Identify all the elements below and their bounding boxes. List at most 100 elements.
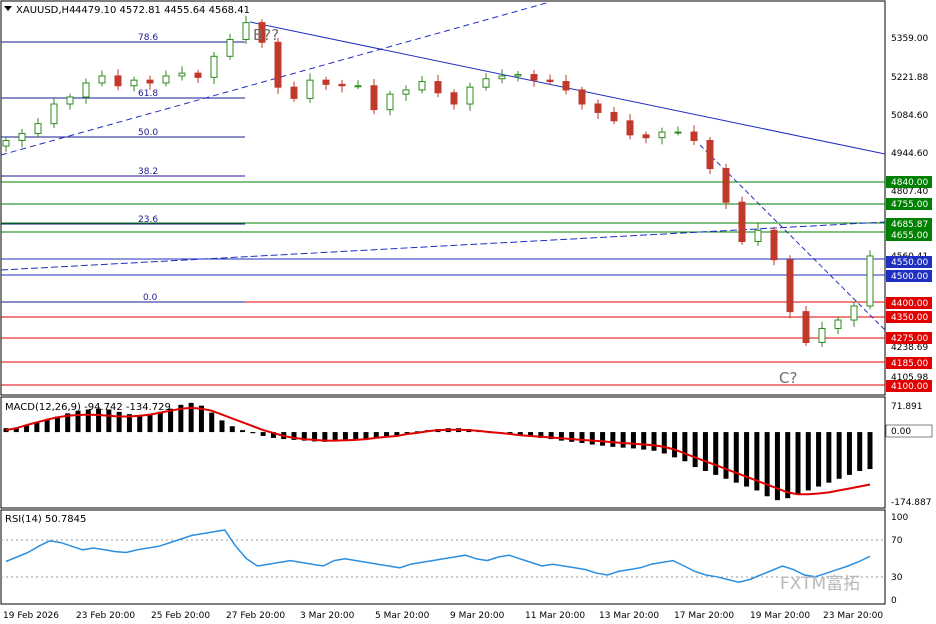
- candle-body-bear: [610, 111, 618, 122]
- trading-chart: XAUUSD,H4 4479.10 4572.81 4455.64 4568.4…: [0, 0, 933, 621]
- candle-body-bull: [402, 89, 410, 95]
- candle-body-bear: [594, 103, 602, 113]
- wave-c-label: C?: [779, 369, 797, 387]
- candle-body-bear: [450, 92, 458, 105]
- time-tick-10: 19 Mar 20:00: [750, 611, 810, 621]
- candle-body-bull: [674, 131, 682, 134]
- candle-body-bull: [418, 81, 426, 91]
- time-tick-0: 19 Feb 2026: [3, 611, 59, 621]
- rsi-tick-70: 70: [891, 536, 903, 546]
- candle-body-bull: [658, 131, 666, 139]
- macd-bar: [260, 432, 266, 436]
- time-tick-4: 3 Mar 20:00: [300, 611, 355, 621]
- candle-body-bull: [82, 82, 90, 98]
- candle-49: [786, 255, 794, 319]
- macd-bar: [353, 432, 359, 440]
- macd-bar: [589, 432, 595, 445]
- candle-body-bear: [146, 79, 154, 84]
- macd-bar: [651, 432, 657, 451]
- candle-body-bear: [802, 311, 810, 343]
- rsi-tick-0: 0: [891, 596, 897, 606]
- candle-body-bull: [242, 22, 250, 40]
- time-tick-6: 9 Mar 20:00: [450, 611, 505, 621]
- macd-bar: [579, 432, 585, 443]
- candle-body-bull: [210, 55, 218, 78]
- price-tick-5084: 5084.60: [891, 111, 928, 121]
- fib-label-23: 23.6: [138, 215, 158, 225]
- candle-body-bear: [546, 79, 554, 83]
- macd-bar: [785, 432, 791, 499]
- macd-bar: [137, 415, 143, 433]
- macd-bar: [764, 432, 770, 497]
- candle-body-bull: [18, 132, 26, 141]
- candle-body-bull: [34, 123, 42, 134]
- fxtm-watermark: FXTM富拓: [780, 574, 860, 594]
- candle-body-bull: [306, 79, 314, 99]
- level-label-4655: 4655.00: [891, 231, 928, 241]
- candle-body-bear: [738, 201, 746, 242]
- candle-body-bear: [194, 72, 202, 78]
- candle-body-bear: [530, 74, 538, 81]
- price-tick-5221: 5221.88: [891, 73, 928, 83]
- macd-bar: [846, 432, 852, 475]
- fib-label-38: 38.2: [138, 167, 158, 177]
- macd-bar: [672, 432, 678, 458]
- candle-50: [802, 306, 810, 346]
- macd-bar: [85, 409, 91, 433]
- candle-body-bear: [338, 83, 346, 87]
- candle-54: [866, 250, 874, 310]
- candle-body-bear: [274, 41, 282, 88]
- macd-bar: [857, 432, 863, 471]
- macd-bar: [75, 410, 81, 433]
- price-tick-4238: 4238.69: [891, 343, 928, 353]
- macd-bar: [106, 409, 112, 433]
- macd-bar: [209, 412, 215, 433]
- candle-body-bull: [834, 319, 842, 329]
- candle-body-bear: [322, 79, 330, 85]
- macd-bar: [229, 426, 235, 433]
- candle-body-bull: [514, 74, 522, 77]
- candle-body-bull: [498, 75, 506, 80]
- candle-46: [738, 196, 746, 245]
- candle-body-bear: [642, 134, 650, 139]
- macd-tick-zero: 0.00: [891, 427, 911, 437]
- macd-bar: [219, 420, 225, 433]
- macd-bar: [826, 432, 832, 483]
- macd-bar: [692, 432, 698, 468]
- price-tick-4807: 4807.40: [891, 187, 928, 197]
- candle-body-bull: [850, 305, 858, 321]
- candle-body-bear: [562, 81, 570, 91]
- candle-body-bull: [354, 85, 362, 88]
- level-label-4550: 4550.00: [891, 258, 928, 268]
- candle-body-bull: [866, 255, 874, 307]
- time-tick-1: 23 Feb 20:00: [76, 611, 135, 621]
- candle-body-bull: [98, 75, 106, 84]
- level-label-4685: 4685.87: [891, 220, 928, 230]
- macd-bar: [600, 432, 606, 446]
- candle-44: [706, 137, 714, 175]
- macd-bar: [157, 411, 163, 433]
- candle-body-bear: [114, 75, 122, 87]
- candle-body-bear: [370, 85, 378, 111]
- macd-bar: [610, 432, 616, 447]
- time-tick-11: 23 Mar 20:00: [823, 611, 883, 621]
- candle-body-bull: [226, 38, 234, 57]
- fib-label-61: 61.8: [138, 89, 158, 99]
- macd-bar: [240, 430, 246, 433]
- rsi-panel: [0, 509, 886, 605]
- candle-body-bull: [482, 78, 490, 88]
- fib-label-78: 78.6: [138, 33, 158, 43]
- level-label-4500: 4500.00: [891, 272, 928, 282]
- macd-bar: [805, 432, 811, 491]
- macd-tick-bottom: -174.887: [891, 498, 931, 508]
- macd-bar: [702, 432, 708, 471]
- level-label-4755: 4755.00: [891, 200, 928, 210]
- candle-body-bear: [786, 259, 794, 313]
- fib-label-50: 50.0: [138, 128, 158, 138]
- macd-bar: [836, 432, 842, 479]
- candle-45: [722, 164, 730, 209]
- level-label-4185: 4185.00: [891, 359, 928, 369]
- time-tick-7: 11 Mar 20:00: [525, 611, 585, 621]
- macd-bar: [713, 432, 719, 475]
- symbol-header: XAUUSD,H4 4479.10 4572.81 4455.64 4568.4…: [4, 5, 250, 16]
